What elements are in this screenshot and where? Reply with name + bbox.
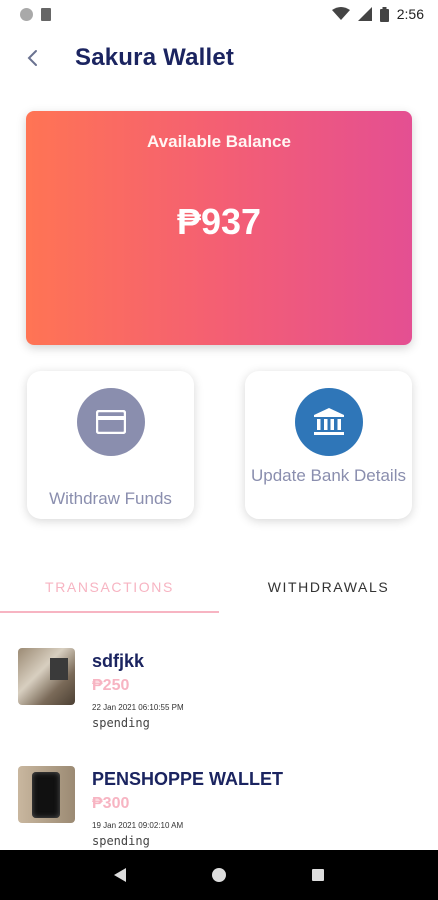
status-right: 2:56: [331, 6, 424, 22]
tab-bar: TRANSACTIONS WITHDRAWALS: [0, 560, 438, 613]
bank-icon: [313, 408, 344, 435]
bank-icon-circle: [294, 388, 363, 456]
tab-transactions-label: TRANSACTIONS: [45, 578, 174, 595]
nav-recents-button[interactable]: [303, 860, 333, 890]
recents-square-icon: [312, 869, 325, 881]
update-bank-details-label: Update Bank Details: [251, 466, 406, 485]
transaction-amount: ₱300: [92, 795, 130, 812]
system-nav-bar: [0, 850, 438, 900]
transaction-name: sdfjkk: [92, 651, 145, 671]
update-bank-details-button[interactable]: Update Bank Details: [245, 371, 412, 519]
circle-icon: [20, 7, 33, 21]
list-item[interactable]: PENSHOPPE WALLET ₱300 19 Jan 2021 09:02:…: [0, 758, 438, 858]
active-tab-indicator: [0, 611, 219, 613]
transaction-amount: ₱250: [92, 677, 130, 694]
battery-icon: [379, 6, 389, 22]
withdraw-icon-circle: [76, 388, 145, 456]
withdraw-funds-label: Withdraw Funds: [49, 489, 172, 508]
balance-amount: ₱937: [176, 201, 262, 242]
sd-card-icon: [41, 7, 51, 21]
transaction-date: 22 Jan 2021 06:10:55 PM: [92, 703, 184, 712]
back-button[interactable]: [17, 43, 47, 73]
chevron-left-icon: [27, 50, 37, 66]
wifi-icon: [331, 7, 350, 20]
tab-withdrawals[interactable]: WITHDRAWALS: [219, 560, 438, 613]
nav-back-button[interactable]: [105, 860, 135, 890]
status-left: [20, 7, 51, 21]
card-icon: [95, 410, 126, 434]
transaction-date: 19 Jan 2021 09:02:10 AM: [92, 821, 184, 830]
transaction-type: spending: [92, 716, 150, 730]
home-circle-icon: [211, 868, 226, 882]
transaction-thumbnail: [18, 648, 75, 705]
balance-label: Available Balance: [147, 132, 291, 151]
app-header: Sakura Wallet: [0, 36, 438, 80]
back-triangle-icon: [113, 868, 126, 882]
balance-card: Available Balance ₱937: [26, 111, 412, 345]
tab-withdrawals-label: WITHDRAWALS: [267, 578, 390, 595]
tab-transactions[interactable]: TRANSACTIONS: [0, 560, 219, 613]
nav-home-button[interactable]: [204, 860, 234, 890]
transaction-thumbnail: [18, 766, 75, 823]
transaction-type: spending: [92, 834, 150, 848]
page-title: Sakura Wallet: [75, 44, 235, 71]
withdraw-funds-button[interactable]: Withdraw Funds: [27, 371, 194, 519]
status-bar: 2:56: [0, 0, 438, 28]
transaction-name: PENSHOPPE WALLET: [92, 769, 284, 789]
list-item[interactable]: sdfjkk ₱250 22 Jan 2021 06:10:55 PM spen…: [0, 640, 438, 740]
signal-icon: [357, 7, 372, 21]
status-time: 2:56: [396, 6, 424, 22]
